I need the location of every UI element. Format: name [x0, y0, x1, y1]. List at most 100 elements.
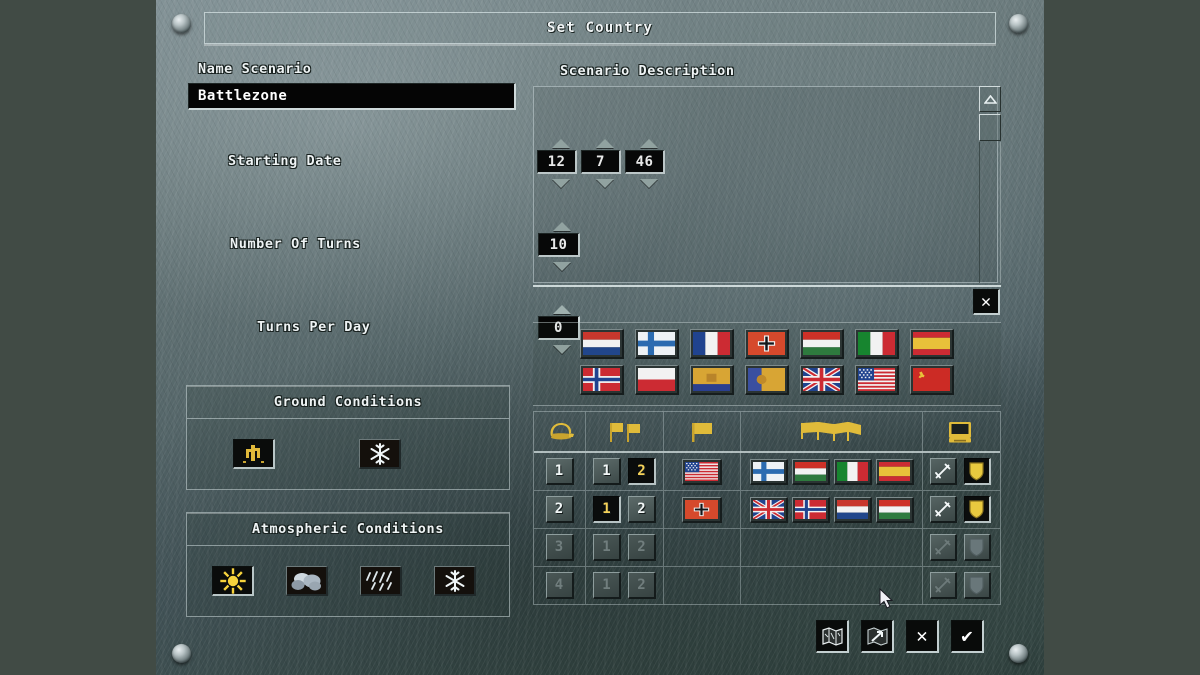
sun-icon — [219, 567, 246, 594]
main-country-flag-united-states[interactable] — [682, 458, 722, 485]
ai-sword-button[interactable] — [929, 496, 957, 523]
cell-allies — [741, 529, 923, 566]
flag-button-italy[interactable] — [855, 329, 899, 359]
team-button-2[interactable]: 2 — [628, 534, 656, 561]
map-button[interactable] — [816, 620, 849, 653]
team-button-1[interactable]: 1 — [593, 572, 621, 599]
snow-icon — [445, 569, 464, 592]
main-country-flag-germany[interactable] — [682, 496, 722, 523]
cell-team: 12 — [586, 453, 664, 490]
header-allies — [741, 412, 923, 451]
ground-frozen-button[interactable] — [359, 439, 401, 469]
flag-button-poland[interactable] — [635, 365, 679, 395]
scroll-track[interactable] — [979, 142, 1001, 283]
cell-allies — [741, 491, 923, 528]
page-title: Set Country — [547, 20, 653, 36]
ally-flag-united-kingdom[interactable] — [749, 496, 788, 523]
load-map-button[interactable] — [861, 620, 894, 653]
ally-flag-norway[interactable] — [791, 496, 830, 523]
weather-sun-button[interactable] — [212, 566, 254, 596]
ai-shield-button[interactable] — [963, 572, 991, 599]
cancel-button[interactable]: ✕ — [906, 620, 939, 653]
shield-icon — [969, 462, 984, 481]
ai-shield-button[interactable] — [963, 496, 991, 523]
flag-button-netherlands[interactable] — [580, 329, 624, 359]
flag-button-spain[interactable] — [910, 329, 954, 359]
ai-sword-button[interactable] — [929, 572, 957, 599]
hungary-flag-icon — [794, 461, 826, 481]
frozen-icon — [370, 442, 389, 465]
norway-flag-icon — [794, 499, 826, 519]
description-scrollbar[interactable] — [979, 86, 1001, 283]
scroll-up-button[interactable] — [979, 86, 1001, 112]
ai-sword-button[interactable] — [929, 534, 957, 561]
cell-main-country[interactable] — [664, 453, 741, 490]
team-button-1[interactable]: 1 — [593, 534, 621, 561]
clear-description-button[interactable]: ✕ — [973, 289, 1000, 315]
flag-button-hungary[interactable] — [800, 329, 844, 359]
side-number-button[interactable]: 2 — [545, 496, 574, 523]
left-margin — [0, 0, 156, 675]
ally-flag-hungary[interactable] — [875, 496, 914, 523]
window-title-bar: Set Country — [204, 12, 996, 44]
cell-main-country[interactable] — [664, 491, 741, 528]
netherlands-flag-icon — [583, 332, 620, 355]
weather-snow-button[interactable] — [434, 566, 476, 596]
weather-cloud-button[interactable] — [286, 566, 328, 596]
poland-flag-icon — [638, 368, 675, 391]
flag-button-romania[interactable] — [690, 365, 734, 395]
ally-flag-italy[interactable] — [833, 458, 872, 485]
flag-button-finland[interactable] — [635, 329, 679, 359]
atmospheric-conditions-label: Atmospheric Conditions — [251, 521, 444, 537]
scroll-thumb[interactable] — [979, 114, 1001, 141]
sword-icon — [935, 577, 951, 592]
cloud-icon — [291, 572, 321, 590]
name-scenario-input[interactable]: Battlezone — [188, 83, 516, 110]
ai-sword-button[interactable] — [929, 458, 957, 485]
flag-button-germany[interactable] — [745, 329, 789, 359]
cell-side: 3 — [534, 529, 586, 566]
team-button-1[interactable]: 1 — [593, 496, 621, 523]
hungary-flag-icon — [878, 499, 910, 519]
cell-team: 12 — [586, 529, 664, 566]
team-button-2[interactable]: 2 — [628, 458, 656, 485]
shield-icon — [969, 576, 984, 595]
flag-button-portugal[interactable] — [745, 365, 789, 395]
flag-button-united-states[interactable] — [855, 365, 899, 395]
rivet-top-left — [172, 14, 191, 33]
action-button-bar: ✕ ✔ — [816, 620, 984, 653]
scenario-description-textarea[interactable] — [533, 86, 998, 283]
ai-shield-button[interactable] — [963, 458, 991, 485]
team-flags-icon — [609, 422, 640, 442]
team-button-1[interactable]: 1 — [593, 458, 621, 485]
scenario-description-label: Scenario Description — [560, 63, 735, 79]
atmospheric-conditions-title: Atmospheric Conditions — [187, 513, 509, 546]
team-button-2[interactable]: 2 — [628, 572, 656, 599]
flag-button-norway[interactable] — [580, 365, 624, 395]
flag-button-france[interactable] — [690, 329, 734, 359]
soviet-union-flag-icon — [913, 368, 950, 391]
confirm-button[interactable]: ✔ — [951, 620, 984, 653]
flag-button-united-kingdom[interactable] — [800, 365, 844, 395]
rain-icon — [365, 570, 392, 591]
cell-team: 12 — [586, 491, 664, 528]
ally-flag-spain[interactable] — [875, 458, 914, 485]
team-button-2[interactable]: 2 — [628, 496, 656, 523]
flag-button-soviet-union[interactable] — [910, 365, 954, 395]
hungary-flag-icon — [803, 332, 840, 355]
dry-icon — [242, 444, 264, 463]
ally-flag-netherlands[interactable] — [833, 496, 872, 523]
ground-conditions-title: Ground Conditions — [187, 386, 509, 419]
ally-flag-finland[interactable] — [749, 458, 788, 485]
side-number-button[interactable]: 1 — [545, 458, 574, 485]
weather-rain-button[interactable] — [360, 566, 402, 596]
side-number-button[interactable]: 3 — [545, 534, 574, 561]
right-margin — [1044, 0, 1200, 675]
game-screen: Set Country Name Scenario Battlezone Sta… — [0, 0, 1200, 675]
ally-flag-hungary[interactable] — [791, 458, 830, 485]
table-row: 112 — [534, 453, 1000, 491]
side-number-button[interactable]: 4 — [545, 572, 574, 599]
ai-shield-button[interactable] — [963, 534, 991, 561]
cell-main-country — [664, 567, 741, 604]
ground-dry-button[interactable] — [233, 439, 275, 469]
